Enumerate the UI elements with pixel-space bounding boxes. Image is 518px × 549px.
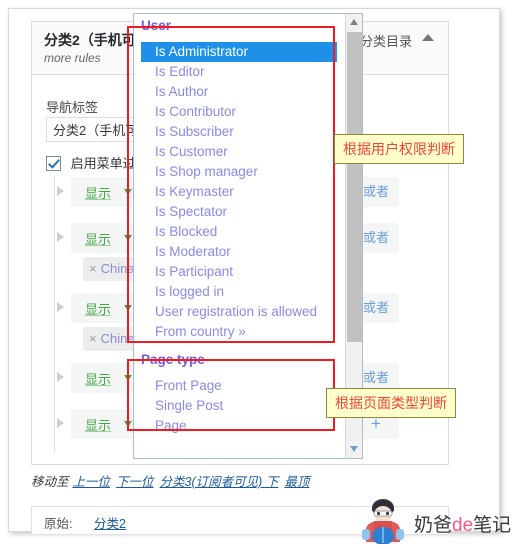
dropdown-option-is-logged-in[interactable]: Is logged in [141, 282, 337, 302]
drag-handle-icon[interactable] [57, 372, 64, 382]
close-icon[interactable]: × [89, 331, 97, 346]
menu-item-subtitle: more rules [44, 51, 101, 65]
rule-action-label[interactable]: 显示 [85, 229, 111, 248]
dropdown-option-is-author[interactable]: Is Author [141, 82, 337, 102]
dropdown-option-page[interactable]: Page [141, 416, 337, 436]
avatar-icon [362, 499, 404, 545]
chevron-down-icon[interactable] [124, 375, 132, 381]
dropdown-option-from-country[interactable]: From country » [141, 322, 337, 342]
dropdown-option-is-blocked[interactable]: Is Blocked [141, 222, 337, 242]
dropdown-option-user-registration-is-allowed[interactable]: User registration is allowed [141, 302, 337, 322]
close-icon[interactable]: × [89, 261, 97, 276]
move-label: 移动至 [31, 475, 69, 489]
dropdown-option-is-spectator[interactable]: Is Spectator [141, 202, 337, 222]
drag-handle-icon[interactable] [57, 418, 64, 428]
chevron-down-icon[interactable] [124, 189, 132, 195]
rule-action-label[interactable]: 显示 [85, 369, 111, 388]
dropdown-option-single-post[interactable]: Single Post [141, 396, 337, 416]
watermark-text-accent: de [452, 515, 474, 536]
dropdown-option-is-subscriber[interactable]: Is Subscriber [141, 122, 337, 142]
move-row: 移动至 上一位 下一位 分类3(订阅者可见) 下最顶 [31, 471, 315, 490]
caret-down-icon [350, 446, 358, 452]
move-link-under[interactable]: 分类3(订阅者可见) 下 [160, 475, 279, 489]
annotation-callout-page-type: 根据页面类型判断 [326, 388, 456, 418]
move-link-top[interactable]: 最顶 [284, 475, 309, 489]
enable-filter-checkbox[interactable] [46, 156, 61, 171]
caret-up-icon[interactable] [422, 34, 434, 41]
dropdown-option-is-shop-manager[interactable]: Is Shop manager [141, 162, 337, 182]
watermark: 奶爸de笔记 [358, 498, 511, 546]
chevron-down-icon[interactable] [124, 421, 132, 427]
watermark-text-before: 奶爸 [414, 515, 453, 536]
dropdown-group-user-title: User [141, 18, 172, 33]
original-link[interactable]: 分类2 [94, 513, 126, 532]
drag-handle-icon[interactable] [57, 302, 64, 312]
chevron-down-icon[interactable] [124, 235, 132, 241]
menu-item-panel: 分类2（手机可见） more rules 分类目录 导航标签 分类2（手机可见）… [8, 8, 500, 535]
dropdown-option-is-participant[interactable]: Is Participant [141, 262, 337, 282]
watermark-text-after: 笔记 [473, 515, 512, 536]
dropdown-option-is-keymaster[interactable]: Is Keymaster [141, 182, 337, 202]
dropdown-group-page-type-title: Page type [141, 352, 205, 367]
menu-item-type-label: 分类目录 [359, 34, 412, 49]
dropdown-option-front-page[interactable]: Front Page [141, 376, 337, 396]
nav-label-caption: 导航标签 [46, 100, 99, 115]
move-link-down[interactable]: 下一位 [116, 475, 154, 489]
chevron-down-icon[interactable] [124, 305, 132, 311]
tag-label: China [100, 261, 135, 276]
scroll-down-button[interactable] [346, 441, 362, 458]
rule-action-label[interactable]: 显示 [85, 415, 111, 434]
caret-up-icon [350, 19, 358, 25]
watermark-text: 奶爸de笔记 [414, 510, 511, 537]
scroll-up-button[interactable] [346, 14, 362, 31]
dropdown-option-is-administrator[interactable]: Is Administrator [141, 42, 337, 62]
drag-handle-icon[interactable] [57, 186, 64, 196]
rule-action-label[interactable]: 显示 [85, 299, 111, 318]
rule-action-label[interactable]: 显示 [85, 183, 111, 202]
move-link-up[interactable]: 上一位 [73, 475, 111, 489]
drag-handle-icon[interactable] [57, 232, 64, 242]
dropdown-option-is-moderator[interactable]: Is Moderator [141, 242, 337, 262]
scrollbar-thumb[interactable] [347, 32, 362, 342]
annotation-callout-user: 根据用户权限判断 [334, 134, 464, 164]
dropdown-option-is-customer[interactable]: Is Customer [141, 142, 337, 162]
dropdown-option-is-editor[interactable]: Is Editor [141, 62, 337, 82]
original-label: 原始: [44, 517, 73, 531]
dropdown-option-is-contributor[interactable]: Is Contributor [141, 102, 337, 122]
